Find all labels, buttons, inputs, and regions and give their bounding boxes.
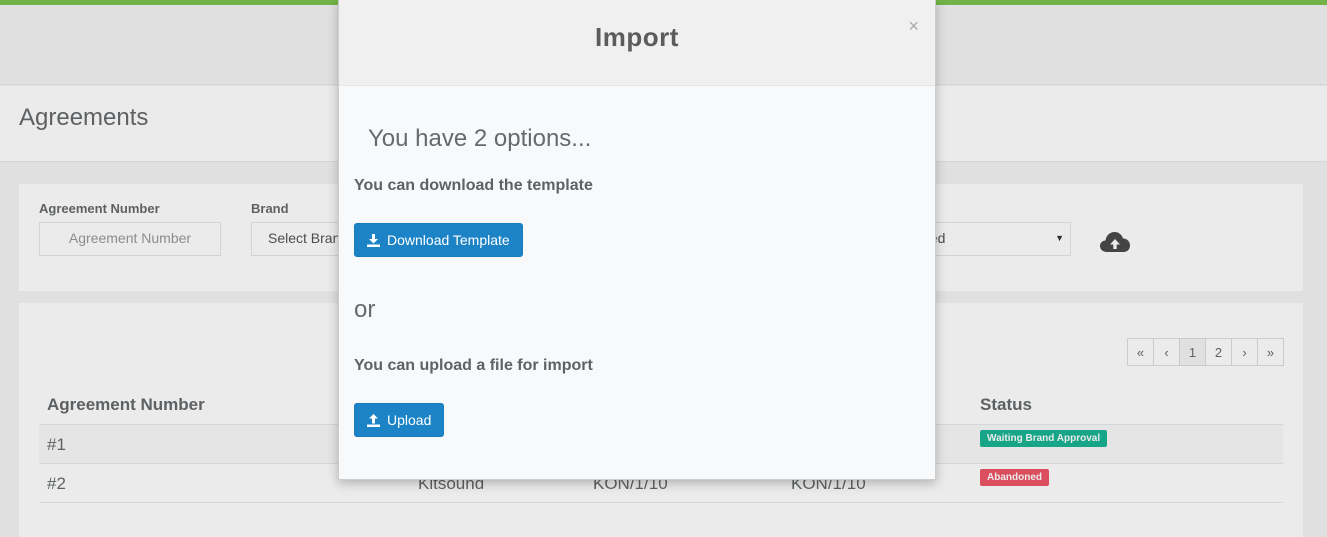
modal-header: Import × bbox=[339, 0, 935, 86]
close-icon[interactable]: × bbox=[908, 16, 919, 37]
import-modal: Import × You have 2 options... You can d… bbox=[338, 0, 936, 480]
modal-title: Import bbox=[595, 22, 679, 52]
download-template-label: Download Template bbox=[387, 232, 510, 248]
download-instruction: You can download the template bbox=[354, 177, 593, 194]
upload-instruction: You can upload a file for import bbox=[354, 357, 593, 374]
upload-button[interactable]: Upload bbox=[354, 403, 445, 437]
or-separator: or bbox=[354, 296, 376, 323]
download-icon bbox=[367, 233, 380, 247]
download-template-button[interactable]: Download Template bbox=[354, 223, 523, 257]
upload-icon bbox=[367, 413, 380, 427]
upload-label: Upload bbox=[387, 412, 432, 428]
modal-heading: You have 2 options... bbox=[368, 125, 592, 152]
